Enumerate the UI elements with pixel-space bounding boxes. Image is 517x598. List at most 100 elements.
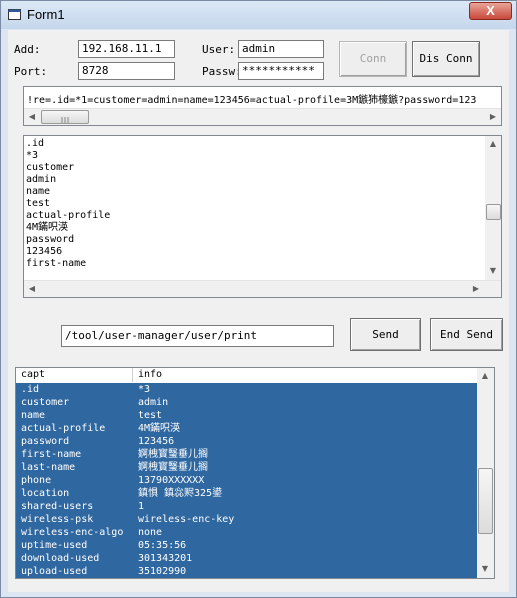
cell-info: 4M鏋呮渶 [138,423,181,434]
port-label: Port: [14,65,48,78]
table-row[interactable]: customer admin [16,396,478,409]
table-row[interactable]: uptime-used 05:35:56 [16,539,478,552]
address-input[interactable]: 192.168.11.1 [78,40,175,58]
title-bar[interactable]: Form1 X [1,1,516,29]
scroll-down-icon[interactable]: ▼ [485,263,501,279]
table-row[interactable]: location 鎮惧 鎮惢赆325鍙 [16,487,478,500]
response-list-hscrollbar[interactable]: ◀ ▶ [24,280,501,297]
scroll-left-icon[interactable]: ◀ [24,281,40,297]
command-input[interactable]: /tool/user-manager/user/print [61,325,334,347]
conn-button[interactable]: Conn [339,41,407,77]
list-item: password [26,234,75,245]
close-icon: X [486,3,495,18]
scroll-up-icon[interactable]: ▲ [477,368,493,384]
table-row[interactable]: download-used 301343201 [16,552,478,565]
cell-info: 13790XXXXXX [138,475,205,486]
table-row[interactable]: wireless-psk wireless-enc-key [16,513,478,526]
list-item: admin [26,174,57,185]
cell-info: 1 [138,501,145,512]
response-list-box[interactable]: .id *3 customer admin name test actual-p… [23,135,502,298]
cell-capt: name [21,410,46,421]
scroll-left-icon[interactable]: ◀ [24,109,40,125]
response-line-box[interactable]: !re=.id=*1=customer=admin=name=123456=ac… [23,86,502,126]
grid-header: capt info [16,368,478,382]
cell-info: 123456 [138,436,175,447]
table-row[interactable]: shared-users 1 [16,500,478,513]
list-item: 4M鏋呮渶 [26,222,69,233]
table-row[interactable]: last-name 婀栧寳瑿垂儿搁 [16,461,478,474]
cell-info: 05:35:56 [138,540,187,551]
table-row[interactable]: .id *3 [16,383,478,396]
port-input[interactable]: 8728 [78,62,175,80]
form-body: Add: 192.168.11.1 Port: 8728 User: admin… [8,30,509,592]
list-item: test [26,198,51,209]
list-item: customer [26,162,75,173]
table-row[interactable]: actual-profile 4M鏋呮渶 [16,422,478,435]
cell-capt: actual-profile [21,423,106,434]
table-row[interactable]: first-name 婀栧寳瑿垂儿搁 [16,448,478,461]
list-item: actual-profile [26,210,111,221]
cell-capt: .id [21,384,40,395]
cell-info: 301343201 [138,553,193,564]
add-label: Add: [14,43,41,56]
cell-capt: password [21,436,70,447]
table-row[interactable]: phone 13790XXXXXX [16,474,478,487]
password-label: Passw: [202,65,242,78]
user-label: User: [202,43,236,56]
column-header-info[interactable]: info [133,368,478,382]
app-window: Form1 X Add: 192.168.11.1 Port: 8728 Use… [0,0,517,598]
table-row[interactable]: wireless-enc-algo none [16,526,478,539]
scroll-up-icon[interactable]: ▲ [485,136,501,152]
user-input[interactable]: admin [238,40,324,58]
cell-capt: wireless-enc-algo [21,527,124,538]
table-row[interactable]: upload-used 35102990 [16,565,478,578]
disconnect-button[interactable]: Dis Conn [412,41,480,77]
vscroll-thumb[interactable] [478,468,493,534]
cell-info: 35102990 [138,566,187,577]
response-list: .id *3 customer admin name test actual-p… [26,138,110,270]
cell-info: 婀栧寳瑿垂儿搁 [138,449,208,460]
list-item: *3 [26,150,39,161]
cell-capt: download-used [21,553,100,564]
scroll-right-icon[interactable]: ▶ [468,281,484,297]
cell-info: 婀栧寳瑿垂儿搁 [138,462,208,473]
cell-capt: shared-users [21,501,94,512]
response-line-hscrollbar[interactable]: ◀ ▶ [24,108,501,125]
cell-capt: last-name [21,462,76,473]
cell-capt: customer [21,397,70,408]
cell-info: wireless-enc-key [138,514,235,525]
scroll-down-icon[interactable]: ▼ [477,561,493,577]
list-item: name [26,186,51,197]
list-item: 123456 [26,246,63,257]
hscroll-thumb[interactable] [41,110,89,124]
cell-info: admin [138,397,169,408]
scroll-right-icon[interactable]: ▶ [485,109,501,125]
list-item: first-name [26,258,87,269]
cell-capt: uptime-used [21,540,88,551]
password-input[interactable]: *********** [238,62,324,80]
app-icon [8,9,21,20]
vscroll-thumb[interactable] [486,204,501,220]
column-header-capt[interactable]: capt [16,368,133,382]
cell-info: 鎮惧 鎮惢赆325鍙 [138,488,223,499]
cell-capt: upload-used [21,566,88,577]
table-row[interactable]: name test [16,409,478,422]
response-list-vscrollbar[interactable]: ▲ ▼ [485,136,501,280]
send-button[interactable]: Send [350,318,421,351]
table-row[interactable]: password 123456 [16,435,478,448]
grid-vscrollbar[interactable]: ▲ ▼ [477,368,494,578]
window-title: Form1 [27,7,65,22]
cell-capt: first-name [21,449,82,460]
cell-capt: phone [21,475,52,486]
end-send-button[interactable]: End Send [430,318,503,351]
result-grid[interactable]: capt info .id *3 customer admin name test a… [15,367,495,579]
cell-capt: wireless-psk [21,514,94,525]
response-line-text: !re=.id=*1=customer=admin=name=123456=ac… [27,95,477,106]
grip-icon [61,117,69,123]
cell-info: none [138,527,163,538]
cell-info: *3 [138,384,151,395]
cell-capt: location [21,488,70,499]
cell-info: test [138,410,163,421]
close-button[interactable]: X [469,2,512,20]
list-item: .id [26,138,45,149]
